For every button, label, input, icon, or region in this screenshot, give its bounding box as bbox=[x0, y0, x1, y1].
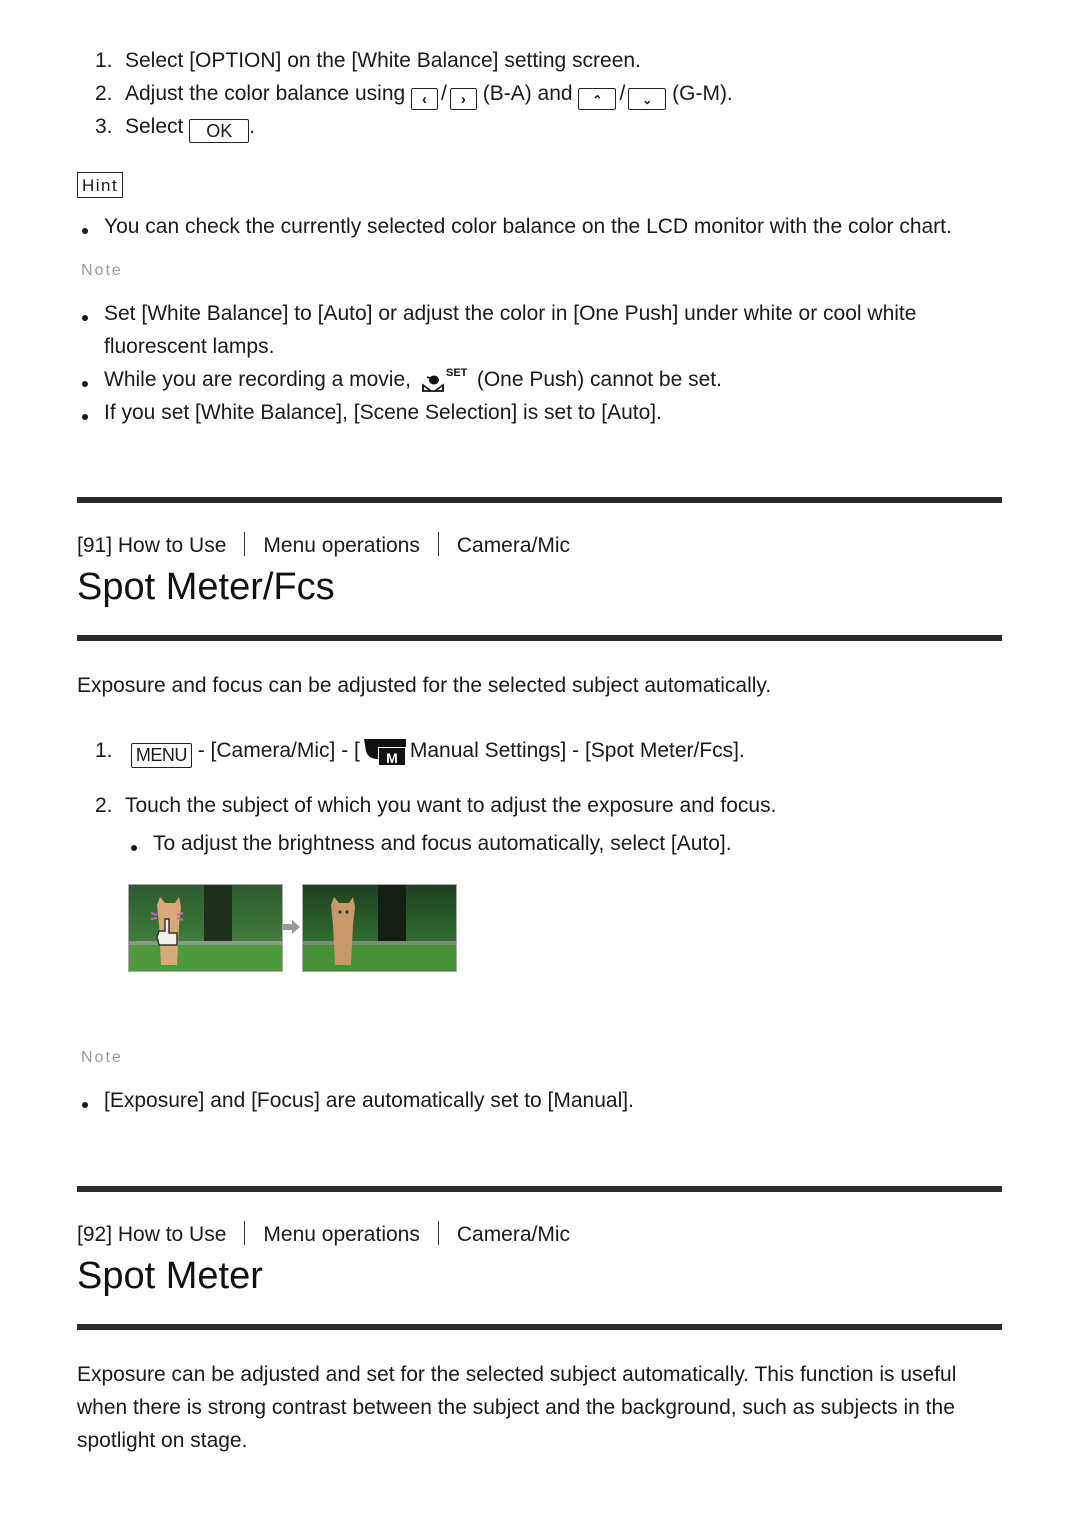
wb-step-2: 2. Adjust the color balance using ‹ / › (B-… bbox=[95, 82, 733, 110]
note-item: [Exposure] and [Focus] are automatically… bbox=[82, 1089, 634, 1112]
svg-text:M: M bbox=[386, 750, 398, 765]
chevron-up-icon: ⌃ bbox=[578, 88, 617, 110]
breadcrumb-item[interactable]: Camera/Mic bbox=[457, 534, 570, 557]
page-title: Spot Meter bbox=[77, 1255, 263, 1297]
breadcrumb-separator bbox=[244, 1221, 246, 1245]
arrow-right-icon bbox=[283, 920, 301, 934]
kitten-touch-before-image bbox=[128, 884, 283, 972]
breadcrumb-item[interactable]: Menu operations bbox=[263, 534, 419, 557]
page-title: Spot Meter/Fcs bbox=[77, 566, 335, 608]
svg-text:SET: SET bbox=[446, 367, 468, 379]
breadcrumb-item[interactable]: [92] How to Use bbox=[77, 1223, 226, 1246]
breadcrumb: [92] How to Use Menu operations Camera/Mic bbox=[77, 1220, 570, 1250]
breadcrumb-item[interactable]: Menu operations bbox=[263, 1223, 419, 1246]
note-item: Set [White Balance] to [Auto] or adjust … bbox=[82, 302, 917, 325]
breadcrumb-separator bbox=[437, 532, 439, 556]
intro-text: Exposure and focus can be adjusted for t… bbox=[77, 674, 772, 697]
section-divider bbox=[77, 1186, 1002, 1192]
wb-step-3: 3. Select OK. bbox=[95, 115, 256, 143]
section-divider bbox=[77, 497, 1002, 503]
ok-button-icon: OK bbox=[189, 119, 250, 143]
spot-step-2: 2. Touch the subject of which you want to… bbox=[95, 794, 777, 817]
hint-label: Hint bbox=[77, 172, 124, 198]
breadcrumb-item[interactable]: [91] How to Use bbox=[77, 534, 226, 557]
chevron-right-icon: › bbox=[449, 88, 477, 110]
one-push-wb-icon: SET bbox=[421, 366, 473, 392]
manual-settings-icon: M bbox=[362, 737, 408, 766]
section-divider bbox=[77, 1324, 1002, 1330]
breadcrumb: [91] How to Use Menu operations Camera/Mic bbox=[77, 531, 570, 561]
note-item-continued: fluorescent lamps. bbox=[104, 335, 275, 358]
chevron-down-icon: ⌄ bbox=[628, 88, 667, 110]
spot-step-2-sub: To adjust the brightness and focus autom… bbox=[131, 832, 732, 855]
hint-item: You can check the currently selected col… bbox=[82, 215, 952, 238]
intro-text: Exposure can be adjusted and set for the… bbox=[77, 1363, 957, 1452]
note-item: If you set [White Balance], [Scene Selec… bbox=[82, 401, 662, 424]
section-divider bbox=[77, 635, 1002, 641]
menu-button-icon: MENU bbox=[130, 743, 192, 768]
note-label: Note bbox=[81, 1049, 123, 1066]
breadcrumb-separator bbox=[244, 532, 246, 556]
wb-step-1: 1. Select [OPTION] on the [White Balance]… bbox=[95, 49, 641, 72]
kitten-adjusted-after-image bbox=[302, 884, 457, 972]
breadcrumb-item[interactable]: Camera/Mic bbox=[457, 1223, 570, 1246]
chevron-left-icon: ‹ bbox=[411, 88, 439, 110]
breadcrumb-separator bbox=[437, 1221, 439, 1245]
note-item: While you are recording a movie, SET (On… bbox=[82, 366, 722, 392]
note-label: Note bbox=[81, 262, 123, 279]
spot-step-1: 1. MENU - [Camera/Mic] - [ M Manual Sett… bbox=[95, 734, 745, 768]
